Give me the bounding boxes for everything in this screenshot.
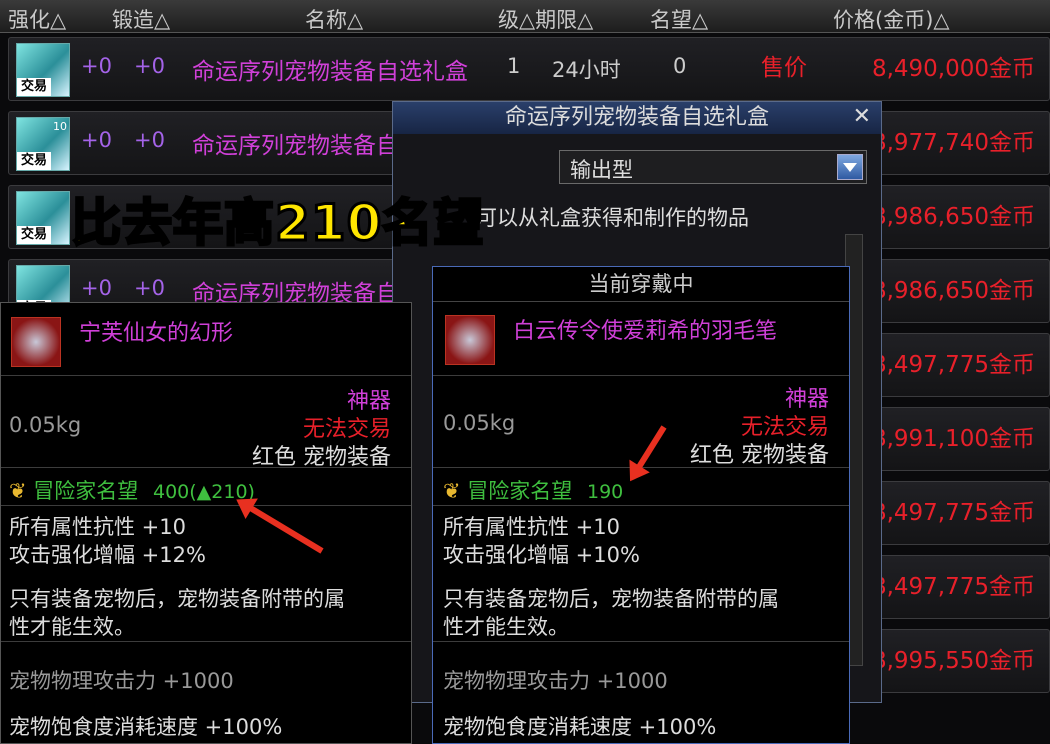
- stack-count: 10: [53, 120, 67, 133]
- item-icon: [445, 315, 495, 365]
- trade-badge: 交易: [17, 78, 51, 96]
- item-icon: 10 交易: [16, 117, 70, 171]
- item-icon: 交易: [16, 43, 70, 97]
- pet-hunger: 宠物饱食度消耗速度 +100%: [443, 715, 717, 739]
- overlay-banner: 比去年高210名望: [69, 193, 485, 254]
- item-weight: 0.05kg: [9, 413, 82, 437]
- item-icon: 交易: [16, 191, 70, 245]
- type-dropdown[interactable]: 输出型: [559, 150, 867, 184]
- stat-attack: 攻击强化增幅 +10%: [443, 543, 640, 567]
- reputation-line: ❦ 冒险家名望 400(▲210): [9, 475, 255, 505]
- stat-resist: 所有属性抗性 +10: [443, 515, 620, 539]
- obtainable-items-label: 可以从礼盒获得和制作的物品: [476, 206, 749, 230]
- forge-value: +0: [134, 276, 165, 300]
- note-line-2: 性才能生效。: [9, 615, 135, 639]
- col-forge[interactable]: 锻造△: [112, 4, 170, 34]
- item-tooltip-left: 宁芙仙女的幻形 神器 0.05kg 无法交易 红色 宠物装备 ❦ 冒险家名望 4…: [0, 302, 412, 744]
- item-period: 24小时: [552, 58, 621, 82]
- col-price[interactable]: 价格(金币)△: [833, 4, 950, 34]
- strength-value: +0: [81, 128, 112, 152]
- sell-label: 售价: [761, 55, 807, 81]
- pet-attack: 宠物物理攻击力 +1000: [9, 669, 234, 693]
- item-name: 宁芙仙女的幻形: [79, 321, 234, 346]
- item-price: 8,497,775金币: [871, 352, 1035, 378]
- item-type: 红色 宠物装备: [690, 443, 829, 468]
- window-title: 命运序列宠物装备自选礼盒: [393, 102, 881, 134]
- item-tooltip-right: 当前穿戴中 白云传令使爱莉希的羽毛笔 神器 0.05kg 无法交易 红色 宠物装…: [432, 266, 850, 744]
- col-strength[interactable]: 强化△: [8, 4, 66, 34]
- forge-value: +0: [134, 54, 165, 78]
- laurel-icon: ❦: [443, 479, 461, 503]
- strength-value: +0: [81, 276, 112, 300]
- col-name[interactable]: 名称△: [305, 4, 363, 34]
- col-level-period[interactable]: 级△期限△: [498, 4, 593, 34]
- item-price: 8,497,775金币: [871, 500, 1035, 526]
- item-name: 命运序列宠物装备自选礼盒: [192, 59, 468, 85]
- trade-badge: 交易: [17, 226, 51, 244]
- trade-badge: 交易: [17, 152, 51, 170]
- reputation-line: ❦ 冒险家名望 190: [443, 475, 623, 505]
- item-weight: 0.05kg: [443, 411, 516, 435]
- note-line-2: 性才能生效。: [443, 615, 569, 639]
- pet-attack: 宠物物理攻击力 +1000: [443, 669, 668, 693]
- note-line-1: 只有装备宠物后，宠物装备附带的属: [9, 587, 345, 611]
- reputation-label: 冒险家名望: [467, 479, 573, 503]
- stat-attack: 攻击强化增幅 +12%: [9, 543, 206, 567]
- col-reputation[interactable]: 名望△: [650, 4, 708, 34]
- listing-row[interactable]: 交易 +0 +0 命运序列宠物装备自选礼盒 1 24小时 0 售价 8,490,…: [8, 37, 1050, 101]
- chevron-down-icon[interactable]: [837, 154, 863, 180]
- item-price: 8,977,740金币: [871, 130, 1035, 156]
- pet-hunger: 宠物饱食度消耗速度 +100%: [9, 715, 283, 739]
- item-price: 8,986,650金币: [871, 278, 1035, 304]
- column-header-bar: 强化△ 锻造△ 名称△ 级△期限△ 名望△ 价格(金币)△: [0, 0, 1050, 33]
- item-name: 白云传令使爱莉希的羽毛笔: [513, 319, 778, 344]
- forge-value: +0: [134, 128, 165, 152]
- item-reputation: 0: [673, 54, 687, 78]
- reputation-value: 190: [586, 481, 624, 503]
- strength-value: +0: [81, 54, 112, 78]
- item-price: 8,995,550金币: [871, 648, 1035, 674]
- dropdown-value: 输出型: [570, 158, 633, 182]
- reputation-label: 冒险家名望: [33, 479, 139, 503]
- stat-resist: 所有属性抗性 +10: [9, 515, 186, 539]
- close-icon[interactable]: ✕: [853, 104, 871, 129]
- item-level: 1: [507, 54, 521, 78]
- item-icon: [11, 317, 61, 367]
- item-price: 8,497,775金币: [871, 574, 1035, 600]
- item-price: 8,986,650金币: [871, 204, 1035, 230]
- item-price: 8,490,000金币: [871, 56, 1035, 82]
- laurel-icon: ❦: [9, 479, 27, 503]
- equipped-header: 当前穿戴中: [433, 267, 849, 302]
- item-price: 8,991,100金币: [871, 426, 1035, 452]
- note-line-1: 只有装备宠物后，宠物装备附带的属: [443, 587, 779, 611]
